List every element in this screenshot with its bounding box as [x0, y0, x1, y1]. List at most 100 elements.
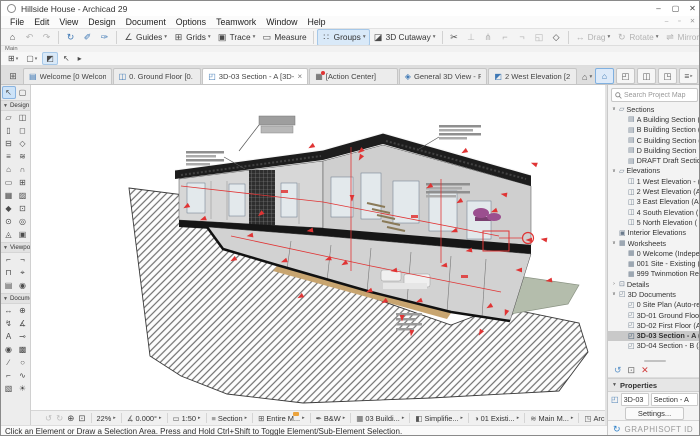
polyline-tool[interactable]: ⌐ — [2, 369, 16, 382]
orbit-button[interactable]: ↻ — [62, 30, 79, 45]
pen-set-control[interactable]: ✒ B&W ▸ — [314, 414, 348, 423]
graphisoft-id-label[interactable]: GRAPHISOFT ID — [625, 425, 694, 434]
fill-tool[interactable]: ▩ — [16, 343, 30, 356]
morph-edit-button[interactable]: ◇ — [548, 30, 565, 45]
zoom-level-control[interactable]: 22% ▸ — [95, 414, 118, 423]
tree-item[interactable]: ◰ 0 Site Plan (Auto-re — [608, 300, 699, 310]
menu-window[interactable]: Window — [261, 17, 302, 27]
menu-view[interactable]: View — [54, 17, 83, 27]
tab-welcome[interactable]: ▤Welcome [0 Welcome] — [23, 68, 112, 84]
tab-general-3d[interactable]: ◈General 3D View - Per... — [398, 68, 488, 84]
railing-tool[interactable]: ≋ — [16, 150, 30, 163]
toolbox-section-design[interactable]: ▼ Design — [1, 100, 30, 111]
groups-button-arrow-icon[interactable]: ▾ — [363, 34, 366, 40]
mesh-tool[interactable]: ⊞ — [16, 176, 30, 189]
toolbox-section-document[interactable]: ▼Document — [1, 293, 30, 304]
tree-item[interactable]: ▤ DRAFT Draft Sectio — [608, 155, 699, 165]
doc-close-button[interactable]: ✕ — [686, 16, 699, 28]
tree-item[interactable]: › ⊡ Details — [608, 279, 699, 289]
section-tool[interactable]: ⌐ — [2, 253, 16, 266]
minimize-button[interactable]: – — [650, 1, 667, 16]
tree-item[interactable]: ▤ C Building Section ( — [608, 135, 699, 145]
zoom-in-button[interactable]: ⊕ — [65, 413, 76, 424]
cutaway-button[interactable]: ◪ 3D Cutaway ▾ — [370, 30, 439, 45]
organizer-menu-button[interactable]: ≡ ▸ — [679, 68, 698, 84]
level-dimension-tool[interactable]: ⊕ — [16, 304, 30, 317]
tree-item[interactable]: ▦ 999 Twinmotion Re — [608, 269, 699, 279]
worksheet-tool[interactable]: ▤ — [2, 279, 16, 292]
opening-tool[interactable]: ◎ — [16, 215, 30, 228]
search-input[interactable] — [624, 91, 694, 99]
angle-dimension-tool[interactable]: ∡ — [16, 317, 30, 330]
tree-item[interactable]: ∨ ▦ Worksheets — [608, 238, 699, 248]
tree-caret-icon[interactable]: ∨ — [611, 168, 617, 174]
beam-tool[interactable]: ⊟ — [2, 137, 16, 150]
menu-options[interactable]: Options — [171, 17, 211, 27]
view-map-button[interactable]: ◰ — [616, 68, 635, 84]
tree-caret-icon[interactable]: ∨ — [611, 106, 617, 112]
toolbox-section-viewpoint[interactable]: ▼Viewpoint — [1, 242, 30, 253]
tree-item[interactable]: ∨ ◰ 3D Documents — [608, 289, 699, 299]
tab-overview-button[interactable]: ⊞ — [5, 69, 21, 84]
figure-tool[interactable]: ▧ — [2, 382, 16, 395]
tab-action-center[interactable]: ▦ [Action Center] — [309, 68, 398, 84]
project-map-search[interactable] — [611, 88, 698, 102]
project-chooser-button[interactable]: ⌂ — [595, 68, 614, 84]
tree-item[interactable]: ▤ B Building Section ( — [608, 125, 699, 135]
tree-item[interactable]: ▦ 0 Welcome (Indepe — [608, 248, 699, 258]
marker-tool[interactable]: ◉ — [2, 343, 16, 356]
drawing-canvas[interactable] — [31, 85, 605, 410]
structure-display-control[interactable]: ⊞ Entire M... ▸ — [256, 411, 307, 423]
curtain-wall-tool[interactable]: ▦ — [2, 189, 16, 202]
workspace-control[interactable]: ◳Architect▸ — [582, 414, 605, 423]
trace-button-arrow-icon[interactable]: ▾ — [253, 34, 256, 40]
next-zoom-button[interactable]: ↻ — [54, 413, 65, 424]
text-tool[interactable]: A — [2, 330, 16, 343]
sync-icon[interactable]: ↻ — [613, 424, 621, 435]
interior-elevation-tool[interactable]: ⊓ — [2, 266, 16, 279]
previous-zoom-button[interactable]: ↺ — [43, 413, 54, 424]
object-tool[interactable]: ⊡ — [16, 202, 30, 215]
renovation-filter-control[interactable]: ◑ 01 Existi... ▸ — [472, 414, 521, 423]
graphic-override-control[interactable]: ◧ Simplifie... ▸ — [413, 414, 465, 423]
camera-tool[interactable]: ⌖ — [16, 266, 30, 279]
arrow-tool-infobox[interactable]: ↖ — [60, 53, 73, 64]
tree-item[interactable]: ∨ ▱ Elevations — [608, 166, 699, 176]
tree-display-button[interactable]: ⊡ — [628, 365, 636, 375]
tree-caret-icon[interactable]: ∨ — [611, 240, 617, 246]
arrow-tool[interactable]: ↖ — [1, 86, 16, 99]
selection-mode-button[interactable]: ◩ — [42, 52, 58, 65]
tab-3d03-section-close-icon[interactable]: × — [298, 72, 303, 81]
menu-document[interactable]: Document — [121, 17, 171, 27]
menu-file[interactable]: File — [5, 17, 29, 27]
orientation-control[interactable]: ∡ 0.000° ▸ — [125, 414, 164, 423]
stair-tool[interactable]: ≡ — [2, 150, 16, 163]
tree-nav-back-button[interactable]: ↺ — [614, 365, 622, 375]
model-view-options-control[interactable]: ▦ 03 Buildi... ▸ — [354, 414, 406, 423]
doc-restore-button[interactable]: ▫ — [673, 16, 686, 28]
trace-button[interactable]: ▣ Trace ▾ — [214, 30, 259, 45]
drag-button-arrow-icon[interactable]: ▾ — [608, 34, 611, 40]
pick-up-parameters-button[interactable]: ✐ — [79, 30, 96, 45]
roof-tool[interactable]: ⌂ — [2, 163, 16, 176]
elevation-tool[interactable]: ¬ — [16, 253, 30, 266]
tree-item[interactable]: ◰ 3D-01 Ground Floo — [608, 310, 699, 320]
tree-item[interactable]: ▤ A Building Section ( — [608, 114, 699, 124]
scale-control[interactable]: ▭ 1:50 ▸ — [171, 414, 203, 423]
fit-in-window-button[interactable]: ⊡ — [76, 413, 87, 424]
tree-item[interactable]: ◫ 4 South Elevation ( — [608, 207, 699, 217]
tree-item[interactable]: ▤ D Building Section — [608, 145, 699, 155]
fillet-button[interactable]: ⌐ — [497, 30, 514, 45]
skylight-tool[interactable]: ◇ — [16, 137, 30, 150]
tree-item[interactable]: ◰ 3D-03 Section - A ( — [608, 330, 699, 341]
tree-caret-icon[interactable]: › — [611, 281, 617, 287]
layout-book-button[interactable]: ◫ — [637, 68, 656, 84]
mirror-button[interactable]: ⇌Mirror▾ — [662, 30, 699, 45]
chamfer-button[interactable]: ¬ — [514, 30, 531, 45]
home-button[interactable]: ⌂ — [4, 30, 21, 45]
rotate-button[interactable]: ↻ Rotate ▾ — [613, 30, 661, 45]
tab-west-elevation[interactable]: ◩2 West Elevation [2 West... — [488, 68, 577, 84]
tree-item[interactable]: ▣ Interior Elevations — [608, 228, 699, 238]
guides-button[interactable]: ∠ Guides ▾ — [120, 30, 170, 45]
tree-item[interactable]: ◫ 2 West Elevation (A — [608, 186, 699, 196]
